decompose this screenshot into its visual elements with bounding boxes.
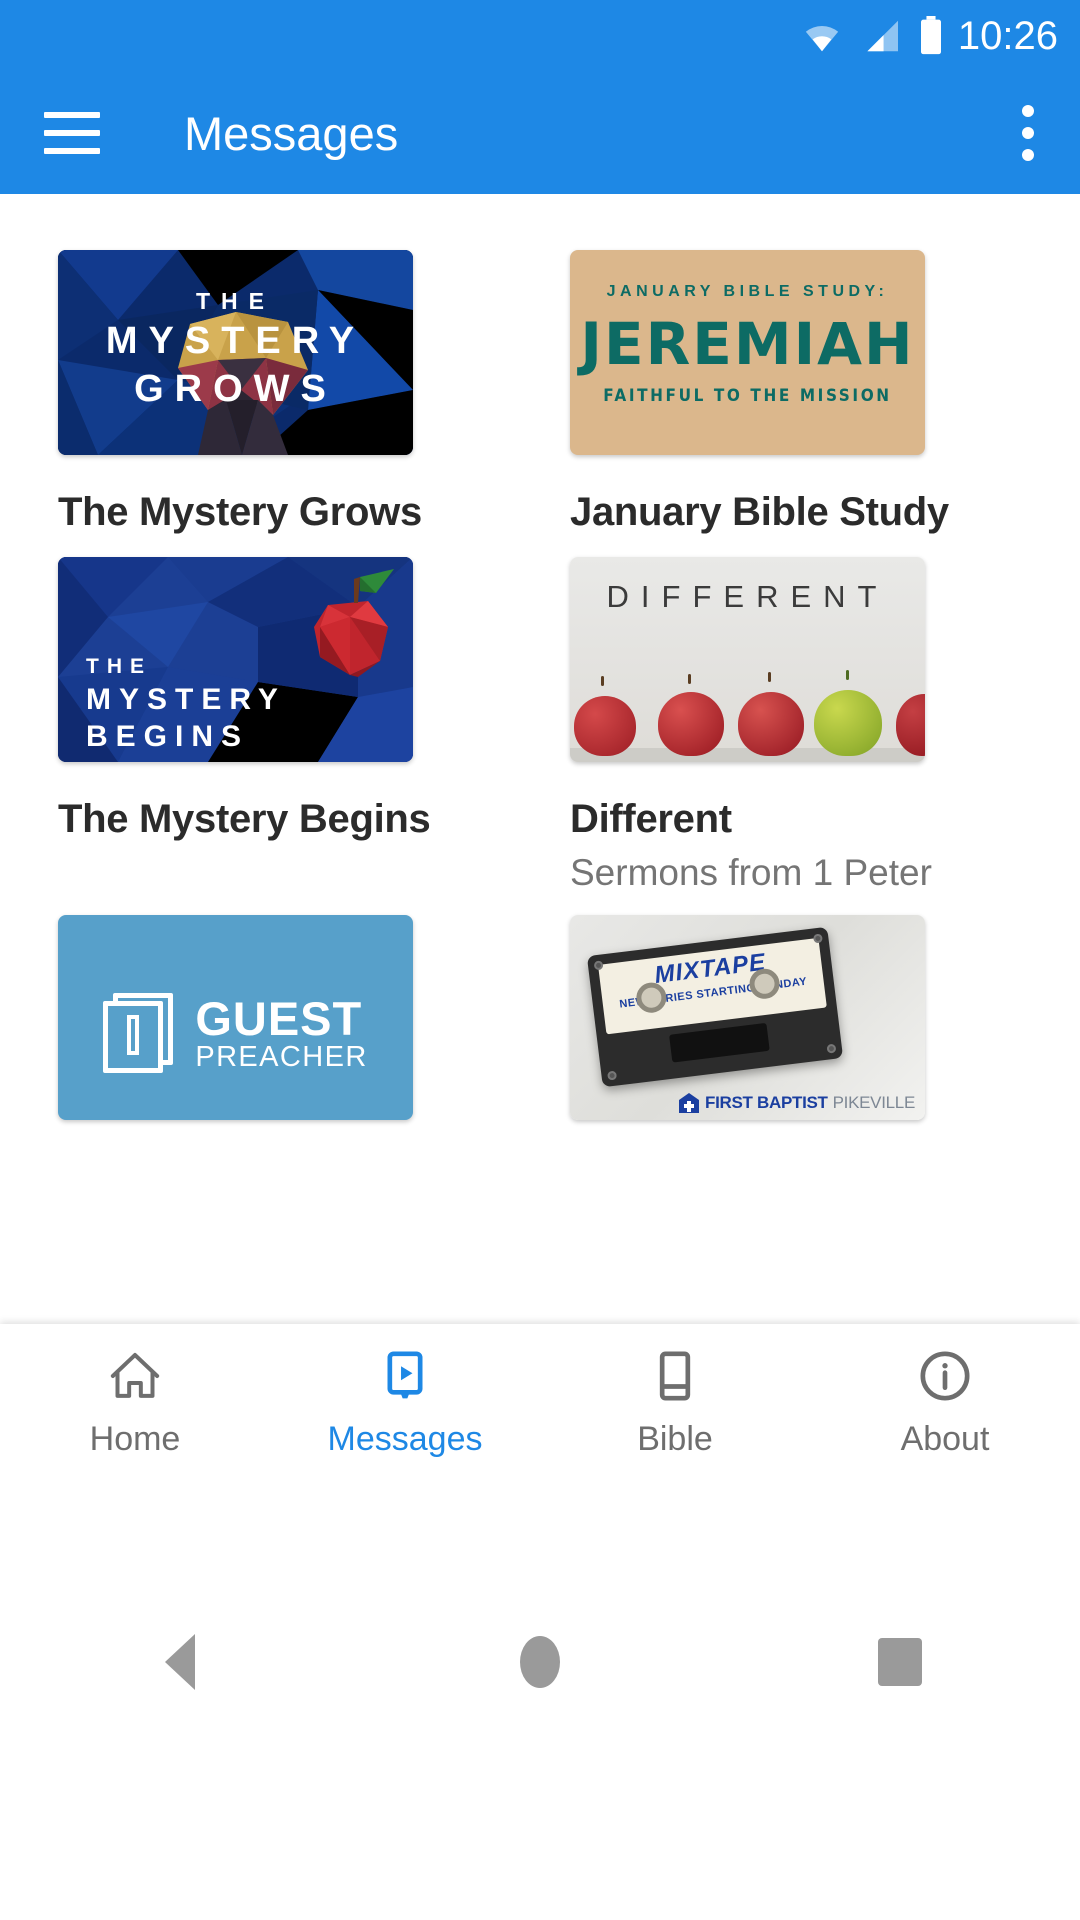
nav-item-about[interactable]: About <box>810 1348 1080 1459</box>
message-thumbnail[interactable]: DIFFERENT <box>570 557 925 763</box>
home-icon <box>110 1352 160 1398</box>
book-icon <box>659 1351 691 1400</box>
message-card[interactable]: DIFFERENT Different Sermons from 1 Peter <box>570 557 1022 895</box>
android-home-button[interactable] <box>360 1636 720 1688</box>
thumb-line-4: PIKEVILLE <box>832 1093 916 1113</box>
thumb-line-1: GUEST <box>195 991 363 1045</box>
video-message-icon <box>387 1351 423 1398</box>
nav-item-home[interactable]: Home <box>0 1348 270 1459</box>
thumb-line-2: PREACHER <box>195 1040 368 1073</box>
nav-label: Bible <box>637 1419 713 1458</box>
cellular-signal-icon <box>867 20 898 52</box>
apple-stem <box>846 670 849 681</box>
message-title: The Mystery Begins <box>58 797 431 842</box>
page-title: Messages <box>184 106 399 160</box>
nav-item-messages[interactable]: Messages <box>270 1348 540 1459</box>
message-thumbnail[interactable]: GUEST PREACHER <box>58 915 413 1121</box>
guest-preacher-text: GUEST PREACHER <box>195 995 367 1074</box>
status-bar: 10:26 <box>0 0 1080 72</box>
cassette-screw <box>812 933 823 944</box>
message-title: Different <box>570 797 732 842</box>
church-logo-icon <box>678 1093 699 1114</box>
back-triangle-icon <box>165 1634 195 1690</box>
apple-stem <box>601 676 604 687</box>
nav-item-bible[interactable]: Bible <box>540 1348 810 1459</box>
thumb-line-3: GROWS <box>134 368 337 410</box>
hamburger-menu-icon[interactable] <box>44 112 100 154</box>
android-back-button[interactable] <box>0 1634 360 1690</box>
recents-square-icon <box>878 1638 922 1686</box>
guest-preacher-logo: GUEST PREACHER <box>58 993 413 1075</box>
apple-shape <box>896 694 925 757</box>
home-circle-icon <box>520 1636 560 1688</box>
status-icons <box>800 16 944 56</box>
cassette-label: MIXTAPE NEW SERIES STARTING SUNDAY <box>598 938 827 1035</box>
message-title: January Bible Study <box>570 490 949 534</box>
thumb-line-2: MYSTERY <box>105 320 366 362</box>
message-card[interactable]: THE MYSTERY GROWS The Mystery Grows <box>58 250 510 537</box>
bible-cross-icon <box>103 993 177 1075</box>
app-bar: Messages <box>0 72 1080 194</box>
android-system-nav <box>0 1482 1080 1920</box>
nav-label: Messages <box>327 1419 483 1458</box>
bottom-navigation: Home Messages Bible About <box>0 1324 1080 1482</box>
message-subtitle: Sermons from 1 Peter <box>570 851 932 893</box>
status-bar-clock: 10:26 <box>957 13 1058 58</box>
apple-shape <box>658 692 724 757</box>
message-thumbnail[interactable]: MIXTAPE NEW SERIES STARTING SUNDAY FIRST… <box>570 915 925 1121</box>
thumb-line-3: BEGINS <box>86 720 250 754</box>
info-circle-icon <box>920 1351 970 1400</box>
apple-stem <box>768 672 771 683</box>
thumb-line-1: THE <box>86 655 152 679</box>
thumb-line-2: MYSTERY <box>86 683 286 717</box>
cassette-tape-icon: MIXTAPE NEW SERIES STARTING SUNDAY <box>586 926 844 1088</box>
cassette-window <box>669 1023 770 1063</box>
battery-icon <box>920 16 941 55</box>
apple-shape <box>574 696 636 757</box>
thumb-line-1: DIFFERENT <box>606 579 889 615</box>
apple-shape-green <box>814 690 882 757</box>
messages-scroll-area[interactable]: THE MYSTERY GROWS The Mystery Grows JANU… <box>0 194 1080 1324</box>
messages-grid: THE MYSTERY GROWS The Mystery Grows JANU… <box>0 194 1080 1140</box>
thumb-line-1: JANUARY BIBLE STUDY: <box>606 283 889 300</box>
nav-label: About <box>900 1419 990 1458</box>
thumb-line-1: THE <box>196 288 275 314</box>
message-card[interactable]: JANUARY BIBLE STUDY: JEREMIAH FAITHFUL T… <box>570 250 1022 537</box>
app-root: 10:26 Messages THE MYSTERY GROWS The Mys… <box>0 0 1080 1920</box>
more-vertical-icon[interactable] <box>1022 105 1034 161</box>
apple-stem <box>688 674 691 685</box>
message-card[interactable]: MIXTAPE NEW SERIES STARTING SUNDAY FIRST… <box>570 915 1022 1121</box>
message-card[interactable]: THE MYSTERY BEGINS The Mystery Begins <box>58 557 510 895</box>
message-title: The Mystery Grows <box>58 490 422 534</box>
nav-label: Home <box>89 1419 181 1458</box>
android-recents-button[interactable] <box>720 1638 1080 1686</box>
message-thumbnail[interactable]: THE MYSTERY GROWS <box>58 250 413 455</box>
apple-shape <box>738 692 804 757</box>
cassette-screw <box>826 1043 837 1054</box>
church-brand: FIRST BAPTIST PIKEVILLE <box>678 1092 915 1114</box>
message-thumbnail[interactable]: JANUARY BIBLE STUDY: JEREMIAH FAITHFUL T… <box>570 250 925 455</box>
thumb-line-2: JEREMIAH <box>580 310 915 378</box>
wifi-icon <box>805 25 839 52</box>
cassette-screw <box>607 1070 618 1081</box>
thumb-line-3: FIRST BAPTIST <box>704 1093 828 1113</box>
thumb-line-3: FAITHFUL TO THE MISSION <box>603 386 892 406</box>
message-card[interactable]: GUEST PREACHER <box>58 915 510 1121</box>
message-thumbnail[interactable]: THE MYSTERY BEGINS <box>58 557 413 763</box>
